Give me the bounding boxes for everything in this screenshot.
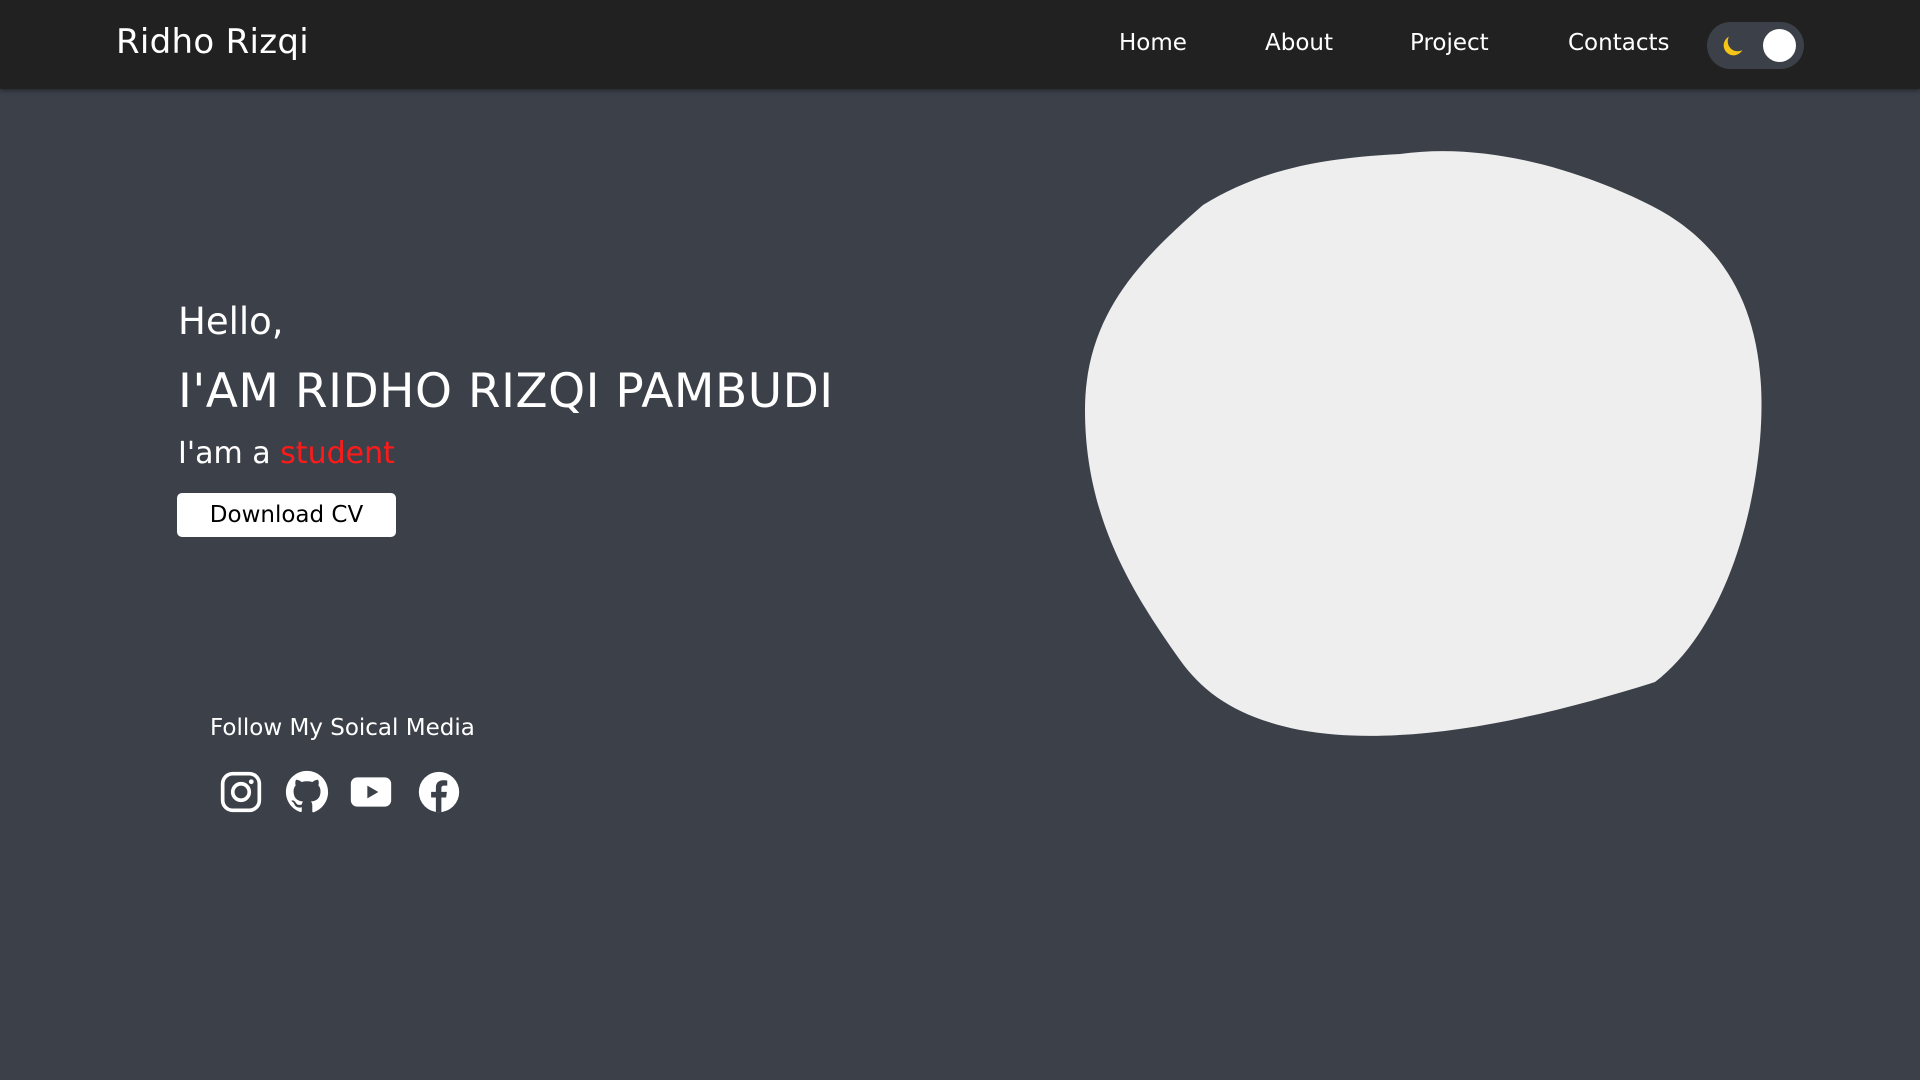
moon-icon	[1723, 36, 1743, 56]
nav-project-link[interactable]: Project	[1410, 30, 1489, 56]
brand-logo[interactable]: Ridho Rizqi	[116, 22, 309, 62]
github-icon[interactable]	[285, 770, 329, 814]
download-cv-button[interactable]: Download CV	[177, 493, 396, 537]
social-icons	[219, 770, 479, 814]
role-prefix: I'am a	[178, 436, 281, 471]
navbar: Ridho Rizqi Home About Project Contacts	[0, 0, 1920, 89]
nav-contacts-link[interactable]: Contacts	[1568, 30, 1669, 56]
nav-home-link[interactable]: Home	[1119, 30, 1187, 56]
nav-about-link[interactable]: About	[1265, 30, 1333, 56]
role-highlight: student	[280, 436, 395, 471]
toggle-knob	[1763, 29, 1796, 62]
social-title: Follow My Soical Media	[210, 715, 475, 741]
hero-blob-shape	[1085, 151, 1762, 736]
hero-name: I'AM RIDHO RIZQI PAMBUDI	[178, 364, 834, 419]
greeting-text: Hello,	[178, 300, 284, 343]
instagram-icon[interactable]	[219, 770, 263, 814]
theme-toggle[interactable]	[1707, 22, 1804, 69]
facebook-icon[interactable]	[417, 770, 461, 814]
youtube-icon[interactable]	[349, 770, 393, 814]
role-text: I'am a student	[178, 436, 395, 471]
